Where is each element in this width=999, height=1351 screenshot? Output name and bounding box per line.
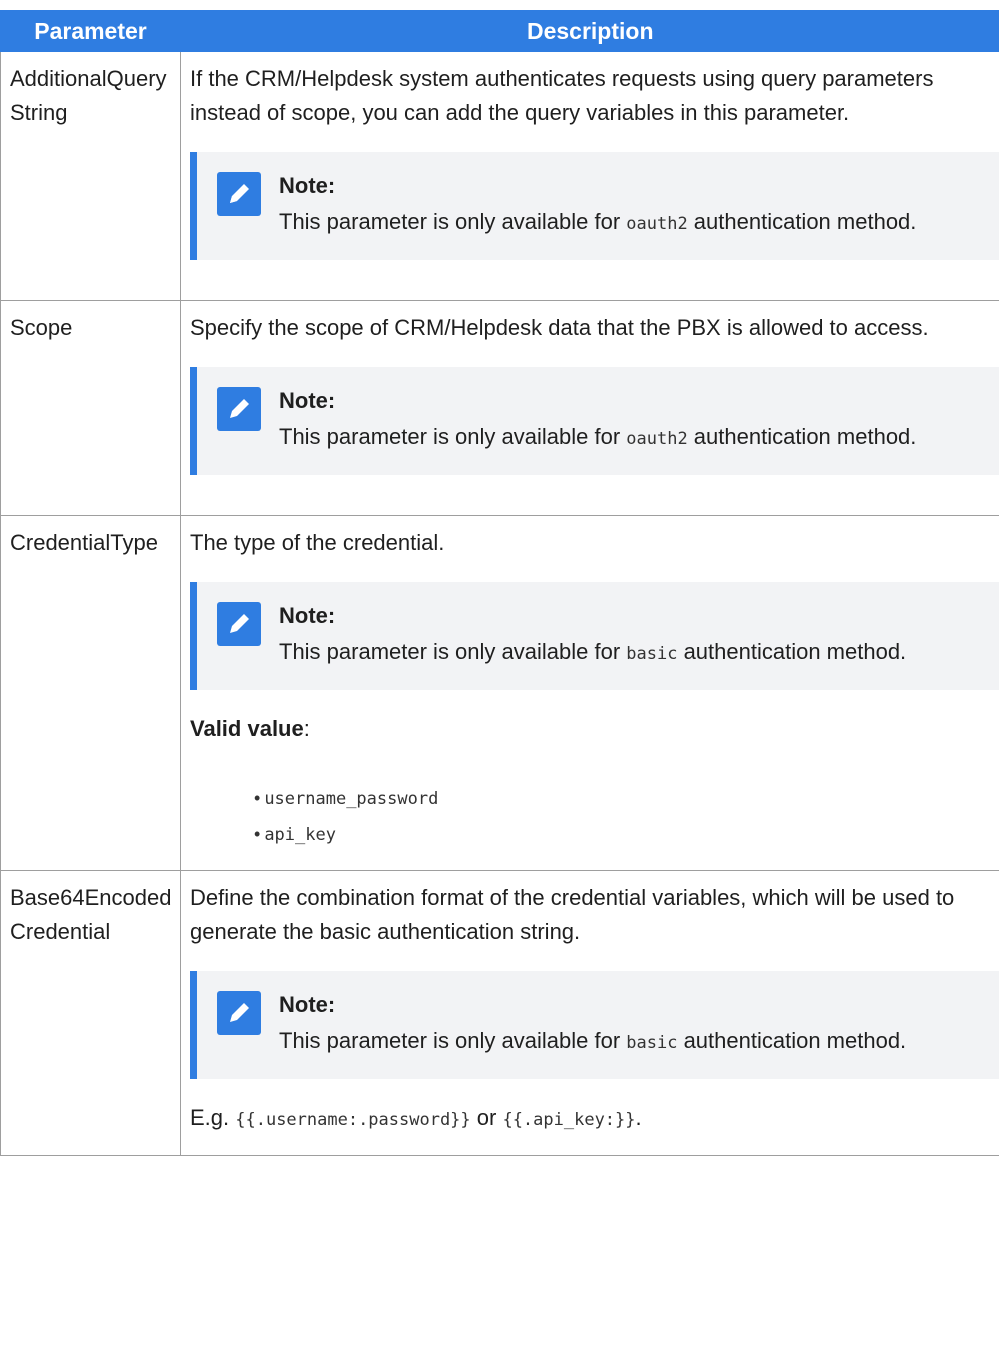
note-text-before: This parameter is only available for bbox=[279, 639, 626, 664]
example-suffix: . bbox=[636, 1105, 642, 1130]
parameter-description: The type of the credential. bbox=[190, 526, 999, 560]
table-header-row: Parameter Description bbox=[1, 11, 999, 52]
note-text-after: authentication method. bbox=[688, 209, 917, 234]
note-text-after: authentication method. bbox=[677, 1028, 906, 1053]
note-box: Note: This parameter is only available f… bbox=[190, 367, 999, 475]
note-box: Note: This parameter is only available f… bbox=[190, 971, 999, 1079]
note-title: Note: bbox=[279, 987, 906, 1023]
note-content: Note: This parameter is only available f… bbox=[279, 383, 916, 457]
note-code: basic bbox=[626, 644, 677, 664]
note-text-after: authentication method. bbox=[677, 639, 906, 664]
parameter-description-cell: The type of the credential. Note: This p… bbox=[181, 516, 999, 871]
valid-value-colon: : bbox=[304, 716, 310, 741]
note-title: Note: bbox=[279, 168, 916, 204]
note-content: Note: This parameter is only available f… bbox=[279, 987, 906, 1061]
table-row: CredentialType The type of the credentia… bbox=[1, 516, 999, 871]
note-pencil-icon bbox=[217, 991, 261, 1035]
parameters-table: Parameter Description AdditionalQueryStr… bbox=[0, 10, 999, 1156]
note-code: basic bbox=[626, 1033, 677, 1053]
example-code-2: {{.api_key:}} bbox=[502, 1110, 635, 1130]
parameter-description: Specify the scope of CRM/Helpdesk data t… bbox=[190, 311, 999, 345]
parameter-name: Base64EncodedCredential bbox=[1, 871, 181, 1156]
note-pencil-icon bbox=[217, 387, 261, 431]
note-box: Note: This parameter is only available f… bbox=[190, 152, 999, 260]
note-text: This parameter is only available for bas… bbox=[279, 634, 906, 672]
table-row: AdditionalQueryString If the CRM/Helpdes… bbox=[1, 52, 999, 301]
note-box: Note: This parameter is only available f… bbox=[190, 582, 999, 690]
note-content: Note: This parameter is only available f… bbox=[279, 168, 916, 242]
note-text-before: This parameter is only available for bbox=[279, 1028, 626, 1053]
note-pencil-icon bbox=[217, 602, 261, 646]
header-description: Description bbox=[181, 11, 999, 52]
note-content: Note: This parameter is only available f… bbox=[279, 598, 906, 672]
parameter-description: If the CRM/Helpdesk system authenticates… bbox=[190, 62, 999, 130]
note-title: Note: bbox=[279, 598, 906, 634]
example-mid: or bbox=[471, 1105, 503, 1130]
example-prefix: E.g. bbox=[190, 1105, 235, 1130]
parameter-name: AdditionalQueryString bbox=[1, 52, 181, 301]
example-line: E.g. {{.username:.password}} or {{.api_k… bbox=[190, 1101, 999, 1137]
valid-value-code: username_password bbox=[264, 789, 438, 809]
parameter-description: Define the combination format of the cre… bbox=[190, 881, 999, 949]
note-code: oauth2 bbox=[626, 429, 687, 449]
parameter-description-cell: Define the combination format of the cre… bbox=[181, 871, 999, 1156]
valid-values-list: username_password api_key bbox=[190, 780, 999, 852]
parameter-name: CredentialType bbox=[1, 516, 181, 871]
note-code: oauth2 bbox=[626, 214, 687, 234]
table-row: Scope Specify the scope of CRM/Helpdesk … bbox=[1, 301, 999, 516]
note-text: This parameter is only available for oau… bbox=[279, 419, 916, 457]
note-text-before: This parameter is only available for bbox=[279, 424, 626, 449]
note-text: This parameter is only available for bas… bbox=[279, 1023, 906, 1061]
parameter-description-cell: If the CRM/Helpdesk system authenticates… bbox=[181, 52, 999, 301]
list-item: username_password bbox=[254, 780, 999, 816]
parameter-description-cell: Specify the scope of CRM/Helpdesk data t… bbox=[181, 301, 999, 516]
valid-value-label-text: Valid value bbox=[190, 716, 304, 741]
table-row: Base64EncodedCredential Define the combi… bbox=[1, 871, 999, 1156]
list-item: api_key bbox=[254, 816, 999, 852]
note-pencil-icon bbox=[217, 172, 261, 216]
valid-value-code: api_key bbox=[264, 825, 336, 845]
parameter-name: Scope bbox=[1, 301, 181, 516]
note-text: This parameter is only available for oau… bbox=[279, 204, 916, 242]
note-text-after: authentication method. bbox=[688, 424, 917, 449]
example-code-1: {{.username:.password}} bbox=[235, 1110, 470, 1130]
header-parameter: Parameter bbox=[1, 11, 181, 52]
valid-value-label: Valid value: bbox=[190, 712, 999, 746]
note-title: Note: bbox=[279, 383, 916, 419]
note-text-before: This parameter is only available for bbox=[279, 209, 626, 234]
